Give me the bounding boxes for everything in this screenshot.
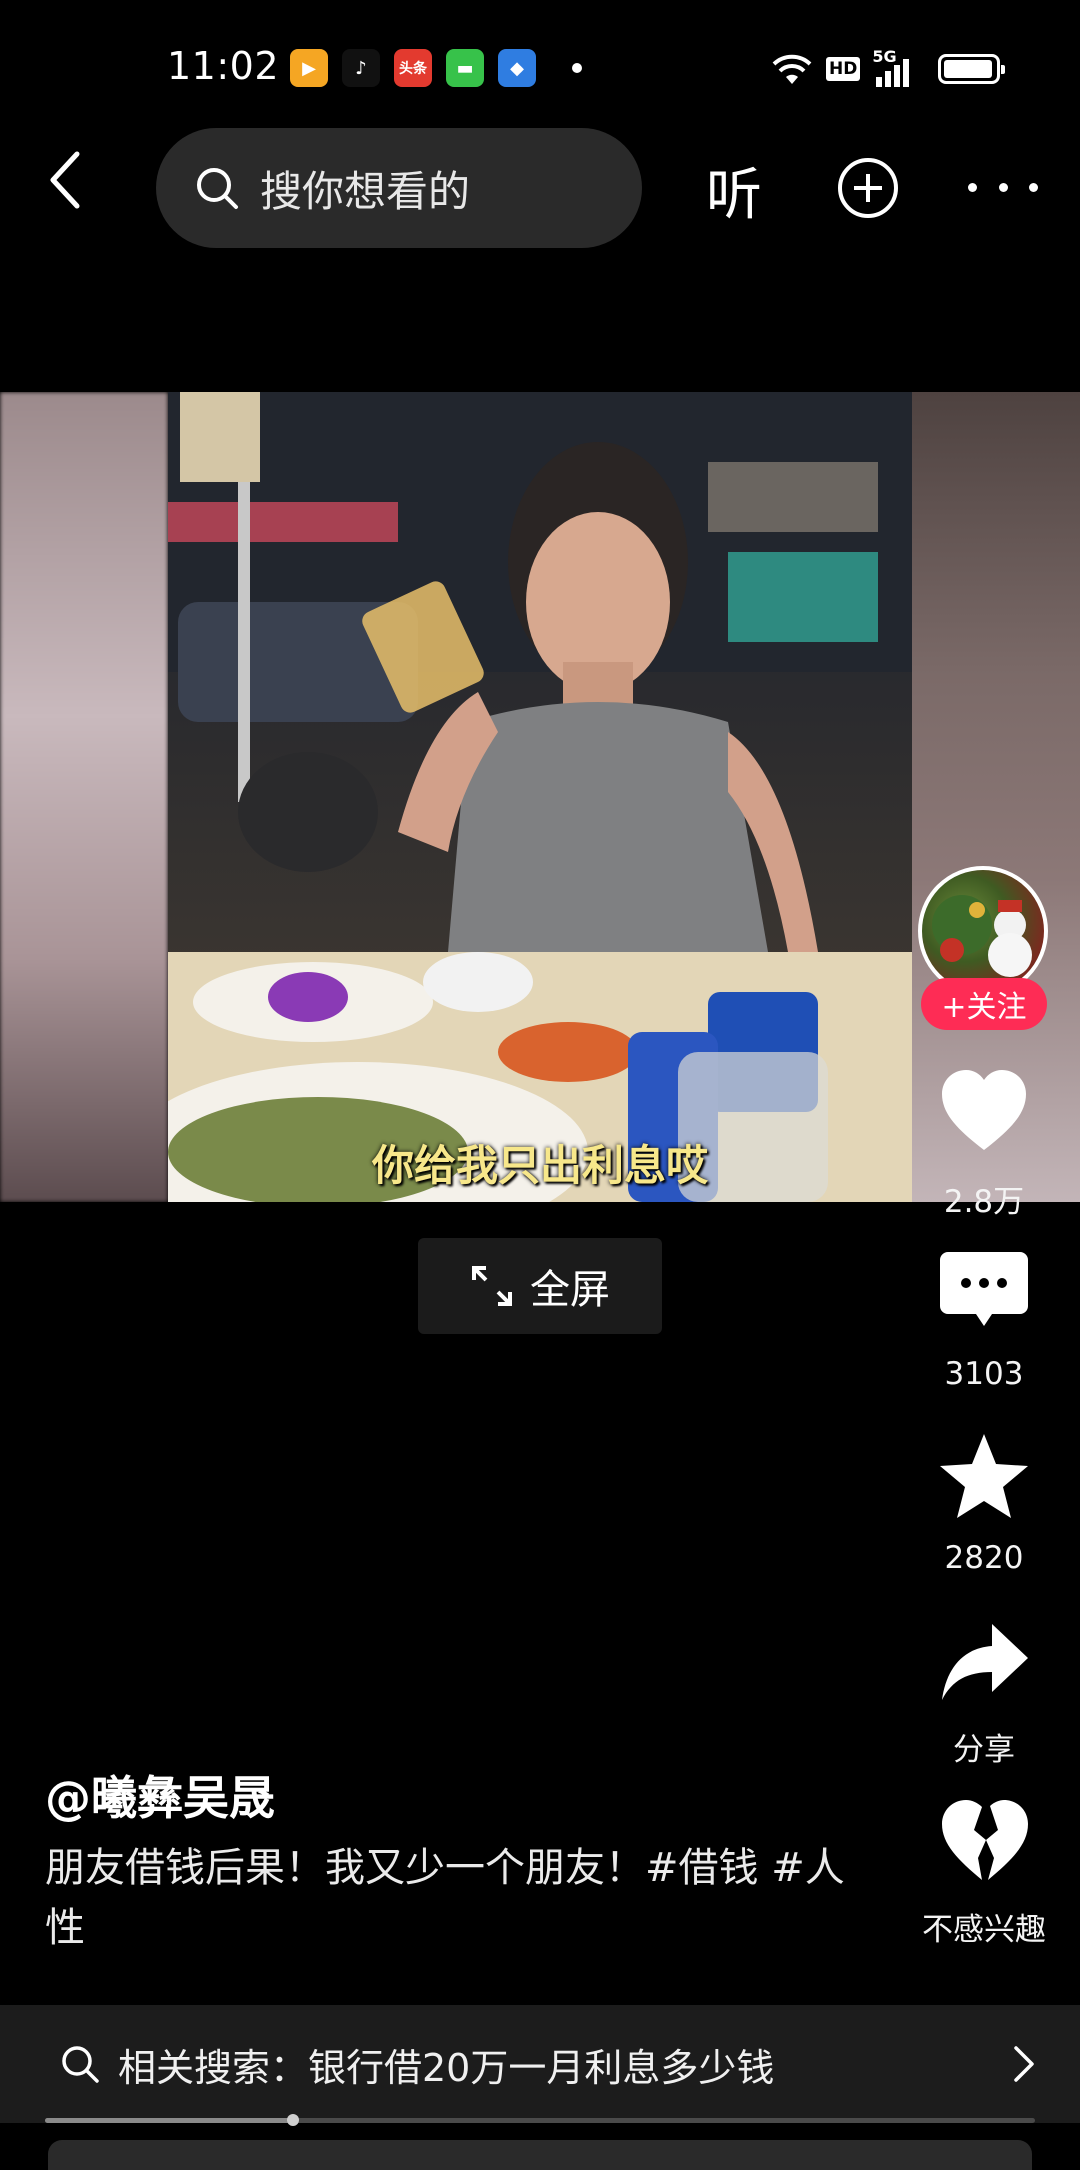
progress-fill: [45, 2118, 293, 2123]
share-icon: [942, 1624, 1028, 1700]
share-button[interactable]: [938, 1618, 1030, 1710]
listen-button[interactable]: 听: [706, 150, 762, 231]
fullscreen-label: 全屏: [530, 1267, 610, 1313]
more-dot-icon: [998, 182, 1008, 192]
video-scene: [168, 392, 912, 1202]
network-type-label: 5G: [872, 47, 897, 66]
video-progress-bar[interactable]: [45, 2114, 1035, 2126]
notification-dot: [572, 63, 582, 73]
video-frame: 你给我只出利息哎: [168, 392, 912, 1202]
status-bar: 11:02 ▶ ♪ 头条 ▬ ◆ HD 5G: [0, 0, 1080, 130]
share-label: 分享: [953, 1732, 1015, 1768]
like-button[interactable]: [938, 1066, 1030, 1158]
author-name[interactable]: @曦彝吴晟: [45, 1762, 275, 1828]
fullscreen-button[interactable]: 全屏: [418, 1238, 662, 1334]
star-icon: [940, 1434, 1028, 1518]
post-caption: 朋友借钱后果！我又少一个朋友！#借钱 #人性: [45, 1845, 845, 1951]
add-button[interactable]: [838, 158, 898, 218]
follow-button[interactable]: +关注: [921, 978, 1047, 1030]
chevron-right-icon: [1014, 2046, 1034, 2082]
search-icon: [62, 2046, 99, 2083]
more-button[interactable]: [968, 172, 1038, 202]
blue-app-icon: ◆: [498, 49, 536, 87]
comment-button[interactable]: [938, 1246, 1030, 1338]
search-input[interactable]: 搜你想看的: [156, 128, 642, 248]
expand-icon: [472, 1266, 512, 1306]
related-search-bar[interactable]: 相关搜索：银行借20万一月利息多少钱: [0, 2005, 1080, 2123]
comment-icon: [940, 1252, 1028, 1326]
like-count: 2.8万: [943, 1184, 1025, 1220]
comment-count: 3103: [944, 1356, 1024, 1392]
favorite-count: 2820: [944, 1540, 1024, 1576]
wifi-icon: [772, 54, 812, 84]
search-icon: [197, 168, 238, 209]
author-avatar[interactable]: [918, 866, 1048, 996]
video-app-icon: ▶: [290, 49, 328, 87]
signal-icon: 5G: [872, 47, 912, 87]
search-placeholder: 搜你想看的: [260, 166, 471, 216]
status-time: 11:02: [167, 44, 280, 88]
broken-heart-icon: [942, 1800, 1028, 1880]
tiktok-icon: ♪: [342, 49, 380, 87]
back-button[interactable]: [45, 150, 105, 220]
more-dot-icon: [1029, 182, 1038, 192]
system-icons: HD 5G: [770, 47, 1006, 88]
video-blur-left: [0, 392, 168, 1202]
avatar-image: [932, 895, 1032, 977]
toutiao-icon: 头条: [394, 49, 432, 87]
video-player[interactable]: 你给我只出利息哎: [0, 392, 1080, 1202]
battery-icon: [938, 54, 1006, 84]
more-dot-icon: [968, 182, 977, 192]
related-search-text: 相关搜索：银行借20万一月利息多少钱: [118, 2045, 775, 2090]
favorite-button[interactable]: [938, 1430, 1030, 1522]
plus-icon: [854, 174, 882, 202]
not-interested-button[interactable]: [938, 1796, 1030, 1888]
heart-icon: [942, 1070, 1026, 1150]
video-subtitle: 你给我只出利息哎: [371, 1141, 708, 1190]
hd-icon: HD: [826, 57, 861, 81]
bottom-panel: [48, 2140, 1032, 2170]
progress-handle[interactable]: [286, 2114, 299, 2126]
messages-icon: ▬: [446, 49, 484, 87]
chevron-left-icon: [50, 151, 80, 209]
not-interested-label: 不感兴趣: [922, 1912, 1046, 1948]
